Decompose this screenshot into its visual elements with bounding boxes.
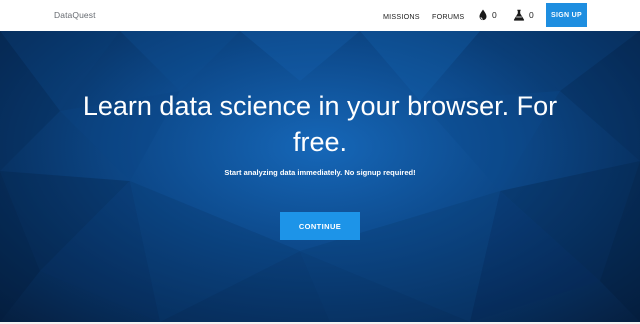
- drops-counter[interactable]: 0: [478, 8, 497, 22]
- hero-subtitle: Start analyzing data immediately. No sig…: [224, 168, 416, 177]
- hero-banner: Learn data science in your browser. For …: [0, 31, 640, 322]
- brand-logo[interactable]: DataQuest: [54, 10, 96, 20]
- drops-count: 0: [492, 10, 497, 20]
- nav-link-missions[interactable]: MISSIONS: [383, 12, 420, 21]
- flask-counter[interactable]: 0: [513, 8, 534, 22]
- drops-icon: [478, 9, 488, 21]
- sign-up-button[interactable]: SIGN UP: [546, 3, 587, 27]
- continue-button[interactable]: CONTINUE: [280, 212, 360, 240]
- flask-count: 0: [529, 10, 534, 20]
- flask-icon: [513, 9, 525, 21]
- nav-link-forums[interactable]: FORUMS: [432, 12, 464, 21]
- top-navbar: DataQuest MISSIONS FORUMS 0 0 SIGN UP: [0, 0, 640, 31]
- hero-headline: Learn data science in your browser. For …: [82, 91, 558, 157]
